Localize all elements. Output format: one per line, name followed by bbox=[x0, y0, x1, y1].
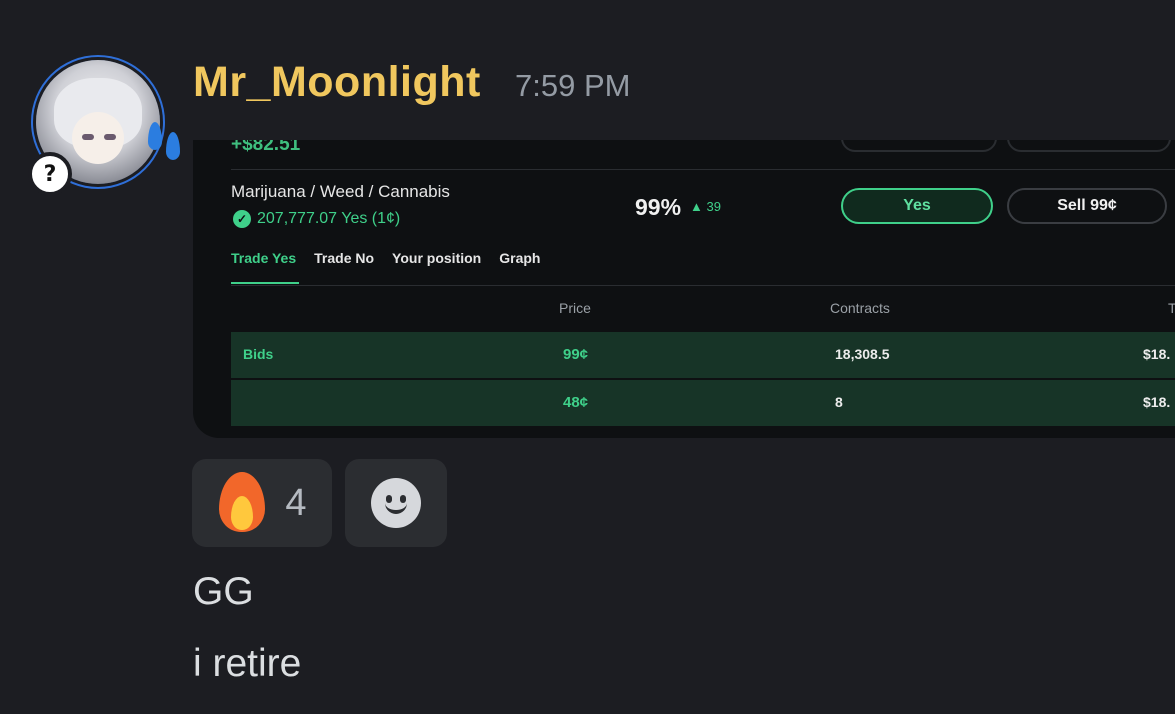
market-name: Marijuana / Weed / Cannabis bbox=[231, 182, 450, 201]
divider bbox=[231, 169, 1175, 170]
row-total: $18. bbox=[1143, 346, 1171, 362]
chance-percent: 99% bbox=[635, 194, 682, 220]
reaction-count: 4 bbox=[285, 481, 307, 524]
tab-your-position: Your position bbox=[392, 250, 482, 266]
column-header-contracts: Contracts bbox=[830, 300, 890, 316]
tab-trade-no: Trade No bbox=[314, 250, 375, 266]
row-contracts: 18,308.5 bbox=[835, 346, 890, 362]
avatar[interactable]: ? bbox=[28, 52, 180, 196]
table-row: 48¢ 8 $18. bbox=[231, 380, 1175, 426]
row-price: 99¢ bbox=[563, 346, 589, 363]
cut-off-button bbox=[1007, 140, 1171, 152]
tab-graph: Graph bbox=[499, 250, 541, 266]
cut-off-button bbox=[841, 140, 997, 152]
table-row: Bids 99¢ 18,308.5 $18. bbox=[231, 332, 1175, 378]
message-text: GG bbox=[193, 570, 254, 613]
row-price: 48¢ bbox=[563, 394, 589, 411]
column-header-price: Price bbox=[559, 300, 591, 316]
yes-button: Yes bbox=[841, 188, 993, 224]
column-header-total: T bbox=[1168, 300, 1175, 316]
message-text: i retire bbox=[193, 642, 302, 685]
add-reaction-button[interactable] bbox=[345, 459, 447, 547]
smile-icon bbox=[371, 478, 421, 528]
position-status: ✓ 207,777.07 Yes (1¢) bbox=[233, 210, 400, 228]
avatar-eye bbox=[82, 134, 94, 140]
username[interactable]: Mr_Moonlight bbox=[193, 58, 481, 107]
sweat-drop-icon bbox=[166, 132, 180, 160]
active-tab-indicator bbox=[231, 282, 299, 284]
row-label: Bids bbox=[243, 346, 274, 362]
tab-trade-yes: Trade Yes bbox=[231, 250, 297, 266]
avatar-face bbox=[72, 112, 124, 164]
row-total: $18. bbox=[1143, 394, 1171, 410]
row-contracts: 8 bbox=[835, 394, 843, 410]
attached-image[interactable]: +$82.51 Marijuana / Weed / Cannabis ✓ 20… bbox=[193, 140, 1175, 438]
position-text: 207,777.07 Yes (1¢) bbox=[257, 210, 401, 227]
fire-icon bbox=[217, 472, 267, 534]
check-icon: ✓ bbox=[233, 210, 251, 228]
chance-change: ▲ 39 bbox=[690, 199, 721, 214]
sell-button: Sell 99¢ bbox=[1007, 188, 1167, 224]
trade-tabs: Trade Yes Trade No Your position Graph bbox=[231, 250, 540, 266]
previous-value: +$82.51 bbox=[231, 140, 301, 155]
timestamp[interactable]: 7:59 PM bbox=[515, 68, 630, 104]
divider bbox=[231, 285, 1175, 286]
reaction-fire[interactable]: 4 bbox=[192, 459, 332, 547]
sweat-drop-icon bbox=[148, 122, 162, 150]
avatar-eye bbox=[104, 134, 116, 140]
question-mark-icon: ? bbox=[28, 152, 72, 196]
